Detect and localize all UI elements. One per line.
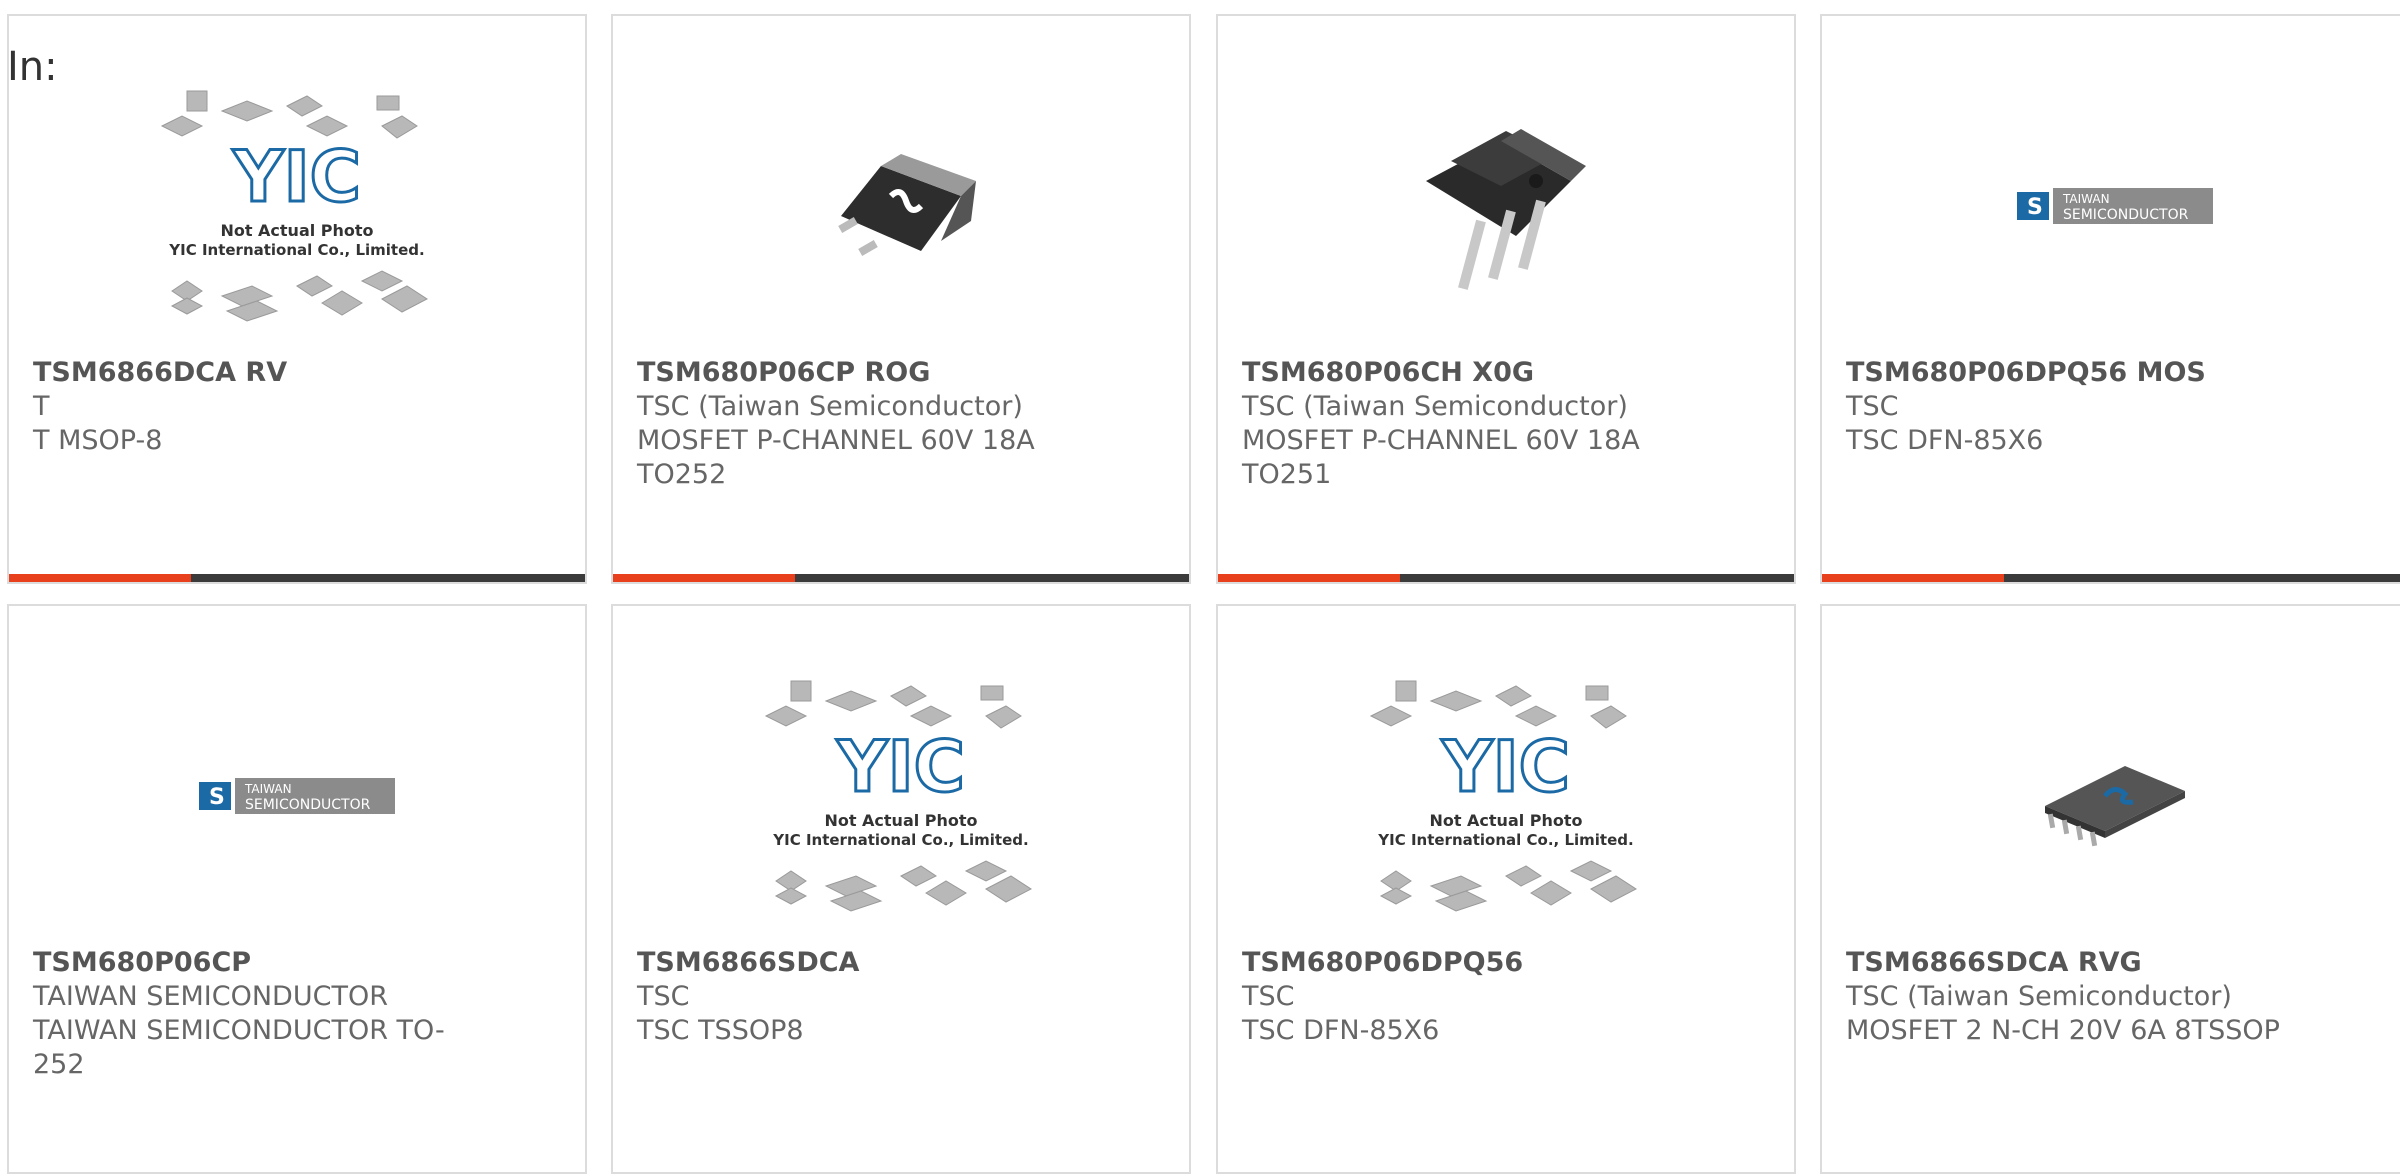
product-name[interactable]: TSM6866DCA RV [33, 356, 561, 390]
product-package: 252 [33, 1049, 85, 1080]
product-name[interactable]: TSM680P06CP [33, 946, 561, 980]
yic-logo: YIC [836, 726, 965, 808]
taiwan-semiconductor-logo: S TAIWAN SEMICONDUCTOR [2017, 188, 2213, 224]
product-image[interactable] [1218, 56, 1794, 356]
product-manufacturer: TSC (Taiwan Semiconductor) [637, 391, 1023, 422]
product-manufacturer: TSC (Taiwan Semiconductor) [1846, 981, 2232, 1012]
product-name[interactable]: TSM6866SDCA RVG [1846, 946, 2384, 980]
product-package: TO251 [1242, 459, 1332, 490]
product-info: TSM680P06CH X0G TSC (Taiwan Semiconducto… [1242, 356, 1770, 492]
svg-text:S: S [209, 785, 225, 810]
placeholder-line-2: YIC International Co., Limited. [1377, 831, 1633, 849]
placeholder-line-1: Not Actual Photo [824, 811, 977, 830]
product-name[interactable]: TSM680P06DPQ56 [1242, 946, 1770, 980]
product-description: TSC DFN-85X6 [1846, 425, 2044, 456]
in-label: In: [7, 44, 58, 90]
product-info: TSM6866SDCA RVG TSC (Taiwan Semiconducto… [1846, 946, 2384, 1048]
product-description: TSC DFN-85X6 [1242, 1015, 1440, 1046]
card-bar-accent [1218, 574, 1400, 582]
product-info: TSM6866SDCA TSC TSC TSSOP8 [637, 946, 1165, 1048]
placeholder-image: YIC Not Actual Photo YIC International C… [764, 680, 1032, 912]
product-image[interactable]: YIC Not Actual Photo YIC International C… [1218, 646, 1794, 946]
card-bar [1822, 574, 2400, 582]
product-name[interactable]: TSM6866SDCA [637, 946, 1165, 980]
product-card[interactable]: YIC Not Actual Photo YIC International C… [611, 604, 1191, 1174]
card-bar-accent [613, 574, 795, 582]
product-manufacturer: TAIWAN SEMICONDUCTOR [33, 981, 388, 1012]
product-card[interactable]: TSM680P06CP ROG TSC (Taiwan Semiconducto… [611, 14, 1191, 584]
card-bar [613, 574, 1189, 582]
product-info: TSM6866DCA RV T T MSOP-8 [33, 356, 561, 458]
product-card[interactable]: S TAIWAN SEMICONDUCTOR TSM680P06CP TAIWA… [7, 604, 587, 1174]
product-name[interactable]: TSM680P06CH X0G [1242, 356, 1770, 390]
svg-text:S: S [2027, 195, 2043, 220]
taiwan-logo-line-2: SEMICONDUCTOR [2063, 207, 2189, 223]
product-manufacturer: TSC [1846, 391, 1899, 422]
product-image[interactable]: YIC Not Actual Photo YIC International C… [613, 646, 1189, 946]
product-card[interactable]: S TAIWAN SEMICONDUCTOR TSM680P06DPQ56 MO… [1820, 14, 2400, 584]
product-info: TSM680P06CP TAIWAN SEMICONDUCTOR TAIWAN … [33, 946, 561, 1082]
product-description: TAIWAN SEMICONDUCTOR TO- [33, 1015, 445, 1046]
product-package: TO252 [637, 459, 727, 490]
product-manufacturer: TSC [637, 981, 690, 1012]
product-description: TSC TSSOP8 [637, 1015, 804, 1046]
card-bar-accent [1822, 574, 2004, 582]
product-image[interactable] [1822, 646, 2400, 946]
product-image[interactable]: S TAIWAN SEMICONDUCTOR [9, 646, 585, 946]
product-manufacturer: TSC [1242, 981, 1295, 1012]
product-description: MOSFET 2 N-CH 20V 6A 8TSSOP [1846, 1015, 2280, 1046]
placeholder-line-2: YIC International Co., Limited. [772, 831, 1028, 849]
product-manufacturer: T [33, 391, 50, 422]
taiwan-logo-line-2: SEMICONDUCTOR [245, 797, 371, 813]
taiwan-logo-line-1: TAIWAN [244, 782, 292, 796]
product-description: MOSFET P-CHANNEL 60V 18A [637, 425, 1035, 456]
product-description: T MSOP-8 [33, 425, 163, 456]
product-image[interactable]: S TAIWAN SEMICONDUCTOR [1822, 56, 2400, 356]
tssop-package-image [2045, 766, 2185, 847]
card-bar-accent [9, 574, 191, 582]
yic-logo: YIC [232, 136, 361, 218]
card-bar [1218, 574, 1794, 582]
placeholder-line-2: YIC International Co., Limited. [168, 241, 424, 259]
product-image[interactable] [613, 56, 1189, 356]
product-image[interactable]: YIC Not Actual Photo YIC International C… [9, 56, 585, 356]
placeholder-image: YIC Not Actual Photo YIC International C… [160, 90, 428, 322]
product-card[interactable]: TSM680P06CH X0G TSC (Taiwan Semiconducto… [1216, 14, 1796, 584]
product-description: MOSFET P-CHANNEL 60V 18A [1242, 425, 1640, 456]
placeholder-line-1: Not Actual Photo [220, 221, 373, 240]
product-name[interactable]: TSM680P06DPQ56 MOS [1846, 356, 2384, 390]
product-manufacturer: TSC (Taiwan Semiconductor) [1242, 391, 1628, 422]
placeholder-image: YIC Not Actual Photo YIC International C… [1369, 680, 1637, 912]
product-info: TSM680P06DPQ56 TSC TSC DFN-85X6 [1242, 946, 1770, 1048]
card-bar [9, 574, 585, 582]
product-card[interactable]: TSM6866SDCA RVG TSC (Taiwan Semiconducto… [1820, 604, 2400, 1174]
yic-logo: YIC [1441, 726, 1570, 808]
to252-package-image [838, 154, 976, 256]
placeholder-line-1: Not Actual Photo [1429, 811, 1582, 830]
to251-package-image [1426, 129, 1586, 290]
product-card[interactable]: YIC Not Actual Photo YIC International C… [1216, 604, 1796, 1174]
taiwan-logo-line-1: TAIWAN [2062, 192, 2110, 206]
product-info: TSM680P06CP ROG TSC (Taiwan Semiconducto… [637, 356, 1165, 492]
product-card[interactable]: YIC Not Actual Photo YIC International C… [7, 14, 587, 584]
product-name[interactable]: TSM680P06CP ROG [637, 356, 1165, 390]
product-info: TSM680P06DPQ56 MOS TSC TSC DFN-85X6 [1846, 356, 2384, 458]
taiwan-semiconductor-logo: S TAIWAN SEMICONDUCTOR [199, 778, 395, 814]
